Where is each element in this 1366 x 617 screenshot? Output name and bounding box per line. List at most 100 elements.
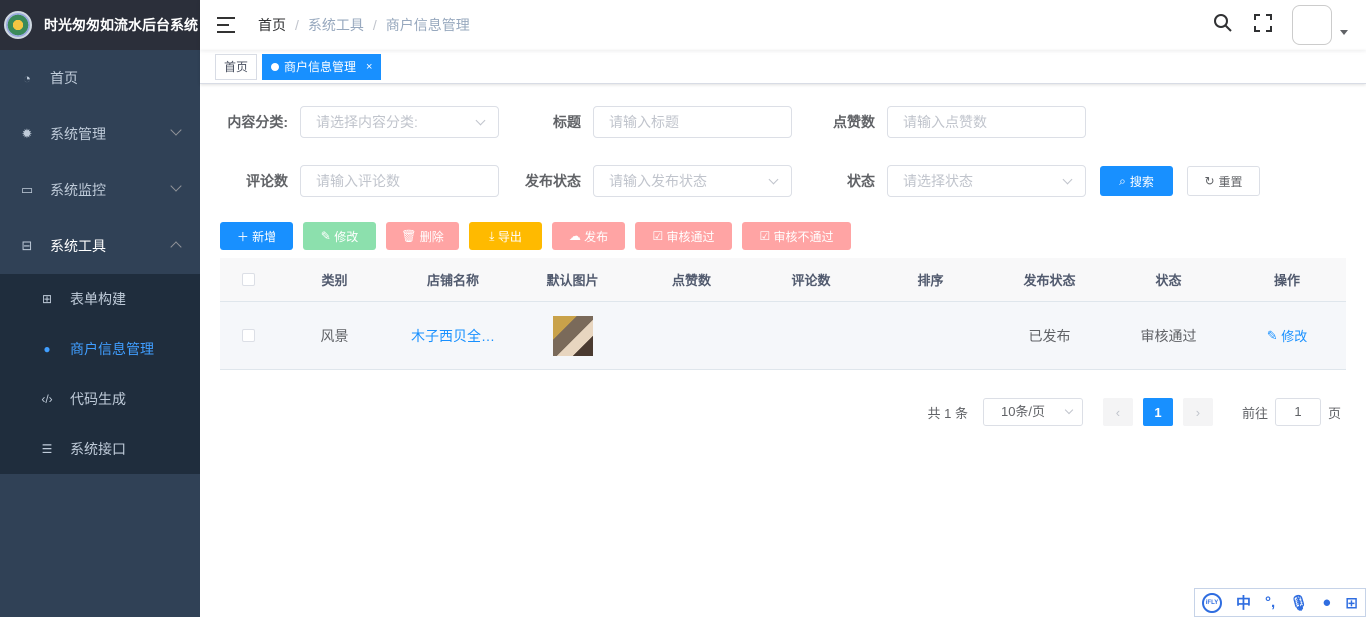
toolbox-icon: ⊟ (21, 238, 33, 253)
cell-publish-status: 已发布 (1028, 327, 1071, 344)
row-checkbox[interactable] (241, 329, 255, 342)
navbar: 首页 / 系统工具 / 商户信息管理 (200, 0, 1366, 50)
form-item-status: 状态 请选择状态 (827, 165, 1086, 197)
prev-page-button[interactable]: ‹ (1102, 398, 1133, 426)
page-number-1[interactable]: 1 (1142, 398, 1173, 426)
publish-button[interactable]: ☁ 发布 (552, 222, 625, 250)
export-button-label: 导出 (497, 229, 522, 244)
breadcrumb-separator: / (295, 17, 299, 33)
category-label: 内容分类: (227, 114, 288, 130)
right-menu (1203, 0, 1366, 50)
reject-button[interactable]: ☑ 审核不通过 (742, 222, 851, 250)
avatar[interactable] (1292, 5, 1332, 45)
breadcrumb-home[interactable]: 首页 (258, 15, 286, 35)
caret-down-icon[interactable] (1340, 29, 1348, 35)
gear-icon: ✹ (21, 126, 33, 141)
approve-button[interactable]: ☑ 审核通过 (635, 222, 732, 250)
publish-status-select[interactable]: 请输入发布状态 (593, 165, 792, 197)
close-icon[interactable]: × (366, 55, 372, 79)
trash-icon: 🗑 (401, 229, 420, 243)
apps-grid-icon[interactable]: ⊞ (1345, 594, 1358, 612)
select-all-cell (220, 273, 276, 286)
chevron-down-icon (170, 124, 182, 136)
cell-image (513, 315, 632, 356)
header-image: 默认图片 (546, 273, 599, 288)
dashboard-icon: ◔ (23, 70, 31, 86)
chevron-up-icon (170, 241, 182, 253)
data-table: 类别 店铺名称 默认图片 点赞数 评论数 排序 发布状态 状态 操作 风景 木子… (220, 258, 1346, 370)
delete-button[interactable]: 🗑 删除 (386, 222, 459, 250)
next-page-button[interactable]: › (1182, 398, 1213, 426)
logo[interactable]: 时光匆匆如流水后台系统 (0, 0, 200, 50)
reset-button-label: 重置 (1218, 174, 1243, 189)
title-input[interactable]: 请输入标题 (593, 106, 792, 138)
refresh-icon: ↻ (1204, 174, 1215, 188)
reset-button[interactable]: ↻ 重置 (1187, 166, 1260, 196)
chevron-down-icon (170, 180, 182, 192)
monitor-icon: ▭ (20, 182, 34, 197)
comments-input[interactable]: 请输入评论数 (300, 165, 499, 197)
ime-punct-toggle[interactable]: °, (1265, 594, 1275, 611)
edit-square-icon: ☑ (652, 229, 667, 243)
sidebar-item-api[interactable]: ☰ 系统接口 (0, 424, 200, 474)
sidebar-item-monitor[interactable]: ▭ 系统监控 (0, 162, 200, 218)
category-select[interactable]: 请选择内容分类: (300, 106, 499, 138)
status-placeholder: 请选择状态 (903, 173, 973, 189)
chevron-down-icon (475, 115, 486, 126)
sidebar-item-label: 首页 (50, 70, 78, 86)
ifly-logo-icon[interactable]: iFLY (1202, 592, 1222, 613)
sidebar-item-merchant[interactable]: ● 商户信息管理 (0, 324, 200, 374)
header-status: 状态 (1155, 273, 1182, 288)
sidebar-item-tools[interactable]: ⊟ 系统工具 (0, 218, 200, 274)
sidebar-item-form-builder[interactable]: ⊞ 表单构建 (0, 274, 200, 324)
search-icon[interactable] (1203, 13, 1243, 38)
header-likes: 点赞数 (671, 273, 711, 288)
sidebar-item-label: 表单构建 (70, 291, 126, 307)
likes-input[interactable]: 请输入点赞数 (887, 106, 1086, 138)
header-actions: 操作 (1273, 273, 1300, 288)
shop-thumbnail[interactable] (552, 315, 593, 356)
breadcrumb-current: 商户信息管理 (385, 17, 470, 33)
cell-status: 审核通过 (1140, 327, 1197, 344)
table-row: 风景 木子西贝全… 已发布 审核通过 ✎ 修改 (220, 302, 1346, 370)
approve-button-label: 审核通过 (666, 229, 715, 244)
tag-merchant[interactable]: 商户信息管理 × (262, 53, 382, 80)
edit-icon: ✎ (1266, 327, 1282, 343)
goto-page-input[interactable]: 1 (1274, 398, 1321, 426)
select-all-checkbox[interactable] (241, 273, 255, 286)
ime-language-toggle[interactable]: 中 (1236, 592, 1251, 613)
user-icon[interactable]: ● (1322, 594, 1331, 611)
edit-icon: ✎ (320, 229, 335, 243)
publish-status-placeholder: 请输入发布状态 (609, 173, 707, 189)
sidebar-item-label: 系统管理 (50, 126, 106, 142)
form-item-publish-status: 发布状态 请输入发布状态 (513, 165, 792, 197)
main-area: 首页 / 系统工具 / 商户信息管理 首页 商户信息管理 × 内容分类: 请选择… (200, 0, 1366, 617)
app-title: 时光匆匆如流水后台系统 (44, 17, 198, 33)
sidebar-item-home[interactable]: ◔ 首页 (0, 50, 200, 106)
cell-shop-link[interactable]: 木子西贝全… (393, 326, 513, 346)
download-icon: ⤓ (489, 228, 498, 243)
reject-button-label: 审核不通过 (773, 229, 834, 244)
sidebar-item-label: 系统工具 (50, 238, 106, 254)
row-edit-button[interactable]: ✎ 修改 (1228, 326, 1346, 345)
sidebar-item-system[interactable]: ✹ 系统管理 (0, 106, 200, 162)
export-button[interactable]: ⤓ 导出 (469, 222, 542, 250)
search-icon: ⌕ (1119, 173, 1126, 188)
page-size-select[interactable]: 10条/页 (982, 398, 1083, 426)
user-icon: ● (43, 342, 51, 356)
page-size-value: 10条/页 (1000, 404, 1046, 419)
sidebar-item-label: 系统监控 (50, 182, 106, 198)
sidebar-item-codegen[interactable]: ‹/› 代码生成 (0, 374, 200, 424)
comments-placeholder: 请输入评论数 (316, 173, 400, 189)
status-select[interactable]: 请选择状态 (887, 165, 1086, 197)
microphone-icon[interactable]: 🎙 (1289, 594, 1308, 612)
hamburger-icon[interactable] (217, 17, 235, 33)
add-button[interactable]: ＋ 新增 (220, 222, 293, 250)
tag-home[interactable]: 首页 (215, 53, 258, 80)
fullscreen-icon[interactable] (1243, 13, 1283, 38)
edit-button[interactable]: ✎ 修改 (303, 222, 376, 250)
search-button[interactable]: ⌕ 搜索 (1100, 166, 1173, 196)
likes-placeholder: 请输入点赞数 (903, 114, 987, 130)
chevron-down-icon (1064, 405, 1074, 415)
header-publish-status: 发布状态 (1023, 273, 1076, 288)
